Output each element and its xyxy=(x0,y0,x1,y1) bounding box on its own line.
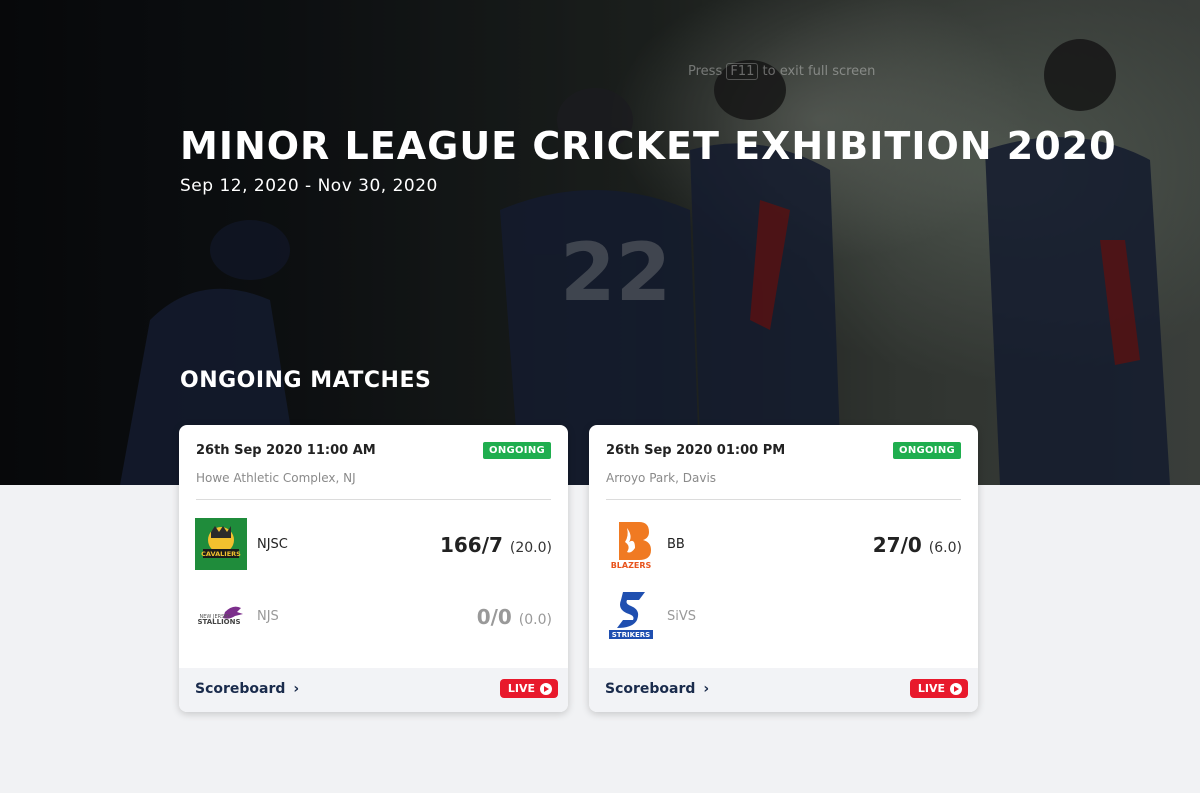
tournament-dates: Sep 12, 2020 - Nov 30, 2020 xyxy=(180,176,438,196)
svg-text:BLAZERS: BLAZERS xyxy=(611,561,652,570)
live-button[interactable]: LIVE xyxy=(499,679,558,698)
team-score: 0/0 (0.0) xyxy=(476,605,552,629)
hero-overlay xyxy=(0,0,1200,485)
team-score: 166/7 (20.0) xyxy=(439,533,552,557)
team-name: NJS xyxy=(257,609,279,624)
hero-banner: 22 Press F11 to exit full screen MINOR L… xyxy=(0,0,1200,485)
match-venue: Howe Athletic Complex, NJ xyxy=(196,471,356,485)
match-card-header: 26th Sep 2020 11:00 AM Howe Athletic Com… xyxy=(196,425,551,500)
team-row: STRIKERS SiVS xyxy=(605,590,962,644)
team-row: NEW JERSEY STALLIONS NJS 0/0 (0.0) xyxy=(195,590,552,644)
team-row: CAVALIERS NJSC 166/7 (20.0) xyxy=(195,518,552,572)
section-title: ONGOING MATCHES xyxy=(180,368,432,393)
scoreboard-link[interactable]: Scoreboard › xyxy=(195,681,299,697)
team-name: NJSC xyxy=(257,537,288,552)
chevron-right-icon: › xyxy=(703,681,710,697)
play-icon xyxy=(540,682,552,695)
match-datetime: 26th Sep 2020 01:00 PM xyxy=(606,443,786,458)
svg-text:STRIKERS: STRIKERS xyxy=(612,631,650,639)
fullscreen-hint: Press F11 to exit full screen xyxy=(688,63,876,80)
match-card[interactable]: 26th Sep 2020 11:00 AM Howe Athletic Com… xyxy=(179,425,568,712)
tournament-title: MINOR LEAGUE CRICKET EXHIBITION 2020 xyxy=(180,124,1117,168)
team-name: BB xyxy=(667,537,685,552)
blazers-logo-icon: BLAZERS xyxy=(611,522,652,570)
chevron-right-icon: › xyxy=(293,681,300,697)
svg-text:CAVALIERS: CAVALIERS xyxy=(201,550,241,558)
svg-text:STALLIONS: STALLIONS xyxy=(197,618,240,626)
strikers-logo-icon: STRIKERS xyxy=(609,592,653,639)
match-card-header: 26th Sep 2020 01:00 PM Arroyo Park, Davi… xyxy=(606,425,961,500)
match-datetime: 26th Sep 2020 11:00 AM xyxy=(196,443,376,458)
match-venue: Arroyo Park, Davis xyxy=(606,471,717,485)
cavaliers-logo-icon: CAVALIERS xyxy=(195,518,247,570)
team-name: SiVS xyxy=(667,609,697,624)
match-card[interactable]: 26th Sep 2020 01:00 PM Arroyo Park, Davi… xyxy=(589,425,978,712)
match-card-footer: Scoreboard › LIVE xyxy=(179,668,568,712)
status-badge: ONGOING xyxy=(483,442,551,459)
team-score: 27/0 (6.0) xyxy=(872,533,962,557)
match-card-footer: Scoreboard › LIVE xyxy=(589,668,978,712)
team-row: BLAZERS BB 27/0 (6.0) xyxy=(605,518,962,572)
play-icon xyxy=(950,682,962,695)
status-badge: ONGOING xyxy=(893,442,961,459)
live-button[interactable]: LIVE xyxy=(909,679,968,698)
scoreboard-link[interactable]: Scoreboard › xyxy=(605,681,709,697)
stallions-logo-icon: NEW JERSEY STALLIONS xyxy=(197,606,243,626)
